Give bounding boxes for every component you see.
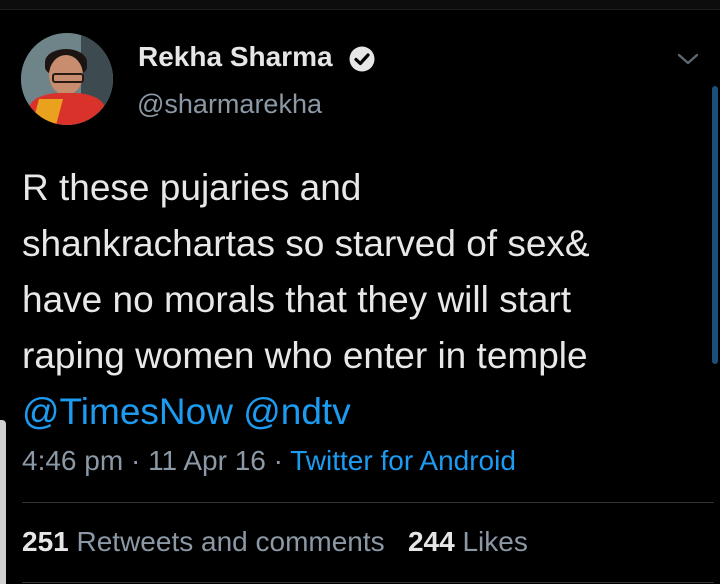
tweet-stats: 251 Retweets and comments 244 Likes bbox=[22, 526, 528, 558]
likes-count: 244 bbox=[407, 526, 455, 557]
verified-badge-icon bbox=[349, 46, 375, 72]
mention-link-timesnow[interactable]: @TimesNow bbox=[22, 391, 233, 432]
tweet-source-link[interactable]: Twitter for Android bbox=[290, 445, 516, 476]
tweet-meta: 4:46 pm · 11 Apr 16 · Twitter for Androi… bbox=[22, 445, 516, 477]
likes-stat[interactable]: 244 Likes bbox=[408, 526, 528, 557]
meta-separator: · bbox=[273, 445, 283, 476]
chevron-down-icon[interactable] bbox=[676, 50, 700, 68]
meta-separator: · bbox=[130, 445, 141, 476]
tweet-text-line: shankrachartas so starved of sex& bbox=[22, 223, 590, 264]
retweets-label: Retweets and comments bbox=[76, 526, 385, 557]
top-divider bbox=[0, 0, 720, 10]
author-handle[interactable]: @sharmarekha bbox=[137, 89, 322, 120]
left-edge-panel bbox=[0, 420, 6, 584]
scrollbar[interactable] bbox=[712, 86, 718, 364]
tweet-text-line: R these pujaries and bbox=[22, 167, 362, 208]
mentions-line: @TimesNow @ndtv bbox=[22, 384, 712, 440]
likes-label: Likes bbox=[462, 526, 528, 557]
tweet-date[interactable]: 11 Apr 16 bbox=[148, 445, 266, 476]
retweets-stat[interactable]: 251 Retweets and comments bbox=[22, 526, 385, 557]
tweet-text: R these pujaries and shankrachartas so s… bbox=[22, 160, 712, 440]
mention-link-ndtv[interactable]: @ndtv bbox=[243, 391, 351, 432]
retweets-count: 251 bbox=[22, 526, 69, 557]
author-name[interactable]: Rekha Sharma bbox=[138, 41, 333, 73]
tweet-text-line: have no morals that they will start bbox=[22, 279, 572, 320]
divider bbox=[22, 582, 714, 583]
tweet-text-line: raping women who enter in temple bbox=[22, 335, 588, 376]
avatar[interactable] bbox=[21, 33, 113, 125]
tweet-time[interactable]: 4:46 pm bbox=[22, 445, 123, 476]
divider bbox=[22, 502, 714, 503]
